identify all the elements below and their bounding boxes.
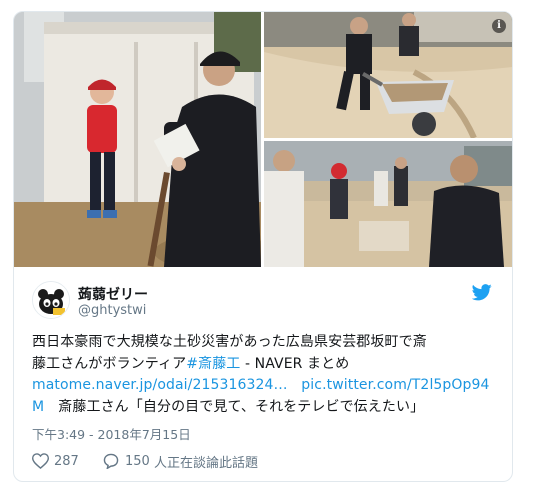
photo-bottom-right-illustration <box>264 141 512 267</box>
tweet-text: 西日本豪雨で大規模な土砂災害があった広島県安芸郡坂町で斎 藤工さんがボランティア… <box>32 332 502 418</box>
hashtag-link[interactable]: #斎藤工 <box>186 356 240 372</box>
author-avatar[interactable] <box>32 281 70 319</box>
reply-bubble-icon[interactable] <box>102 453 120 469</box>
url-link[interactable]: matome.naver.jp/odai/215316324… <box>32 377 288 393</box>
reply-label: 人正在談論此話題 <box>153 455 258 471</box>
avatar-image <box>33 282 69 318</box>
tweet-media-grid: i <box>14 12 512 267</box>
like-count: 287 <box>54 453 79 469</box>
photo-top-right-illustration <box>264 12 512 138</box>
tweet-text-segment: - NAVER まとめ <box>240 355 350 372</box>
tweet-header: 蒟蒻ゼリー @ghtystwi <box>32 278 494 324</box>
tweet-text-line-2: 藤工さんがボランティア#斎藤工 - NAVER まとめ <box>32 354 502 376</box>
pic-link-continued[interactable]: M <box>32 399 44 415</box>
reply-action[interactable]: 150 人正在談論此話題 <box>102 450 258 472</box>
tweet-actions: 287 150 人正在談論此話題 <box>32 450 502 474</box>
tweet-text-line-3: matome.naver.jp/odai/215316324… pic.twit… <box>32 375 502 397</box>
photo-top-right[interactable] <box>264 12 512 138</box>
tweet-timestamp[interactable]: 下午3:49 - 2018年7月15日 <box>32 424 191 443</box>
reply-count: 150 <box>125 453 150 469</box>
pic-link[interactable]: pic.twitter.com/T2l5pOp94 <box>301 377 489 393</box>
tweet-text-line-4: M 斎藤工さん「自分の目で見て、それをテレビで伝えたい」 <box>32 397 502 419</box>
tweet-text-line-1: 西日本豪雨で大規模な土砂災害があった広島県安芸郡坂町で斎 <box>32 334 427 350</box>
tweet-text-segment: 斎藤工さん「自分の目で見て、それをテレビで伝えたい」 <box>44 398 425 415</box>
author-name[interactable]: 蒟蒻ゼリー <box>78 284 148 304</box>
twitter-bird-icon[interactable] <box>472 284 492 301</box>
like-action[interactable]: 287 <box>32 450 79 472</box>
heart-icon[interactable] <box>32 453 49 469</box>
photo-main-illustration <box>14 12 261 267</box>
info-icon[interactable]: i <box>492 19 506 33</box>
photo-main[interactable] <box>14 12 261 267</box>
tweet-card[interactable]: i 蒟蒻ゼリー @ghtystwi 西日本豪雨で大規模な土砂災害があった広島県安… <box>13 11 513 482</box>
photo-bottom-right[interactable] <box>264 141 512 267</box>
tweet-text-segment: 藤工さんがボランティア <box>32 355 187 372</box>
author-handle[interactable]: @ghtystwi <box>78 303 146 318</box>
